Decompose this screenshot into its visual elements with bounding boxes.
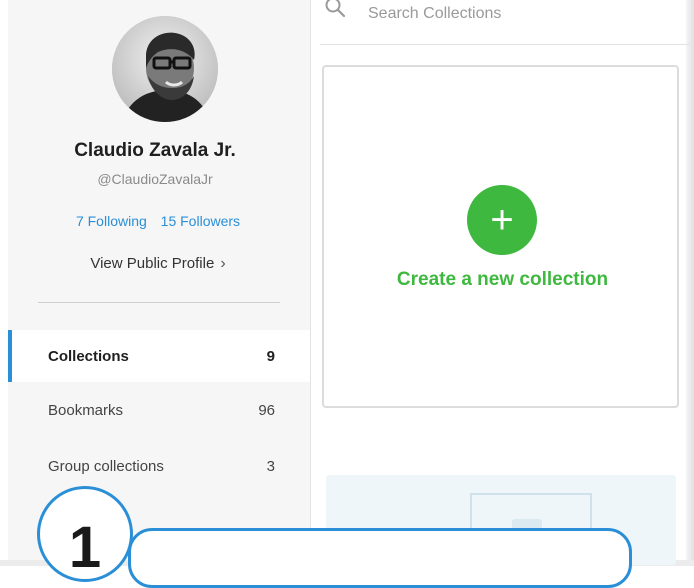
view-public-profile-link[interactable]: View Public Profile › <box>0 255 316 273</box>
sidebar-item-count: 96 <box>258 401 275 419</box>
create-collection-label[interactable]: Create a new collection <box>324 269 681 291</box>
sidebar-item-collections[interactable]: Collections 9 <box>8 330 310 382</box>
tutorial-step-badge: 1 <box>37 486 133 582</box>
sidebar-item-group-collections[interactable]: Group collections 3 <box>8 440 310 492</box>
sidebar-item-label: Collections <box>48 347 129 365</box>
followers-link[interactable]: 15 Followers <box>161 213 240 229</box>
create-collection-card[interactable]: + Create a new collection <box>322 65 679 408</box>
tutorial-callout-box <box>128 528 632 588</box>
search-input[interactable] <box>366 0 670 30</box>
follow-stats: 7 Following 15 Followers <box>0 213 316 229</box>
search-bar <box>320 0 690 45</box>
search-icon[interactable] <box>324 0 346 18</box>
sidebar-item-count: 9 <box>266 347 275 365</box>
sidebar-item-label: Bookmarks <box>48 401 124 419</box>
view-profile-label: View Public Profile <box>90 255 215 272</box>
sidebar-item-bookmarks[interactable]: Bookmarks 96 <box>8 384 310 436</box>
sidebar-item-count: 3 <box>266 457 275 475</box>
profile-handle: @ClaudioZavalaJr <box>97 171 213 187</box>
chevron-right-icon: › <box>220 255 226 272</box>
sidebar-divider <box>38 302 280 303</box>
sidebar-item-label: Group collections <box>48 457 164 475</box>
avatar-photo <box>112 16 218 122</box>
plus-icon[interactable]: + <box>467 185 537 255</box>
avatar[interactable] <box>112 16 218 122</box>
frame-edge-right <box>686 0 694 566</box>
profile-name: Claudio Zavala Jr. <box>74 140 236 161</box>
following-link[interactable]: 7 Following <box>76 213 147 229</box>
tutorial-step-number: 1 <box>68 515 102 580</box>
